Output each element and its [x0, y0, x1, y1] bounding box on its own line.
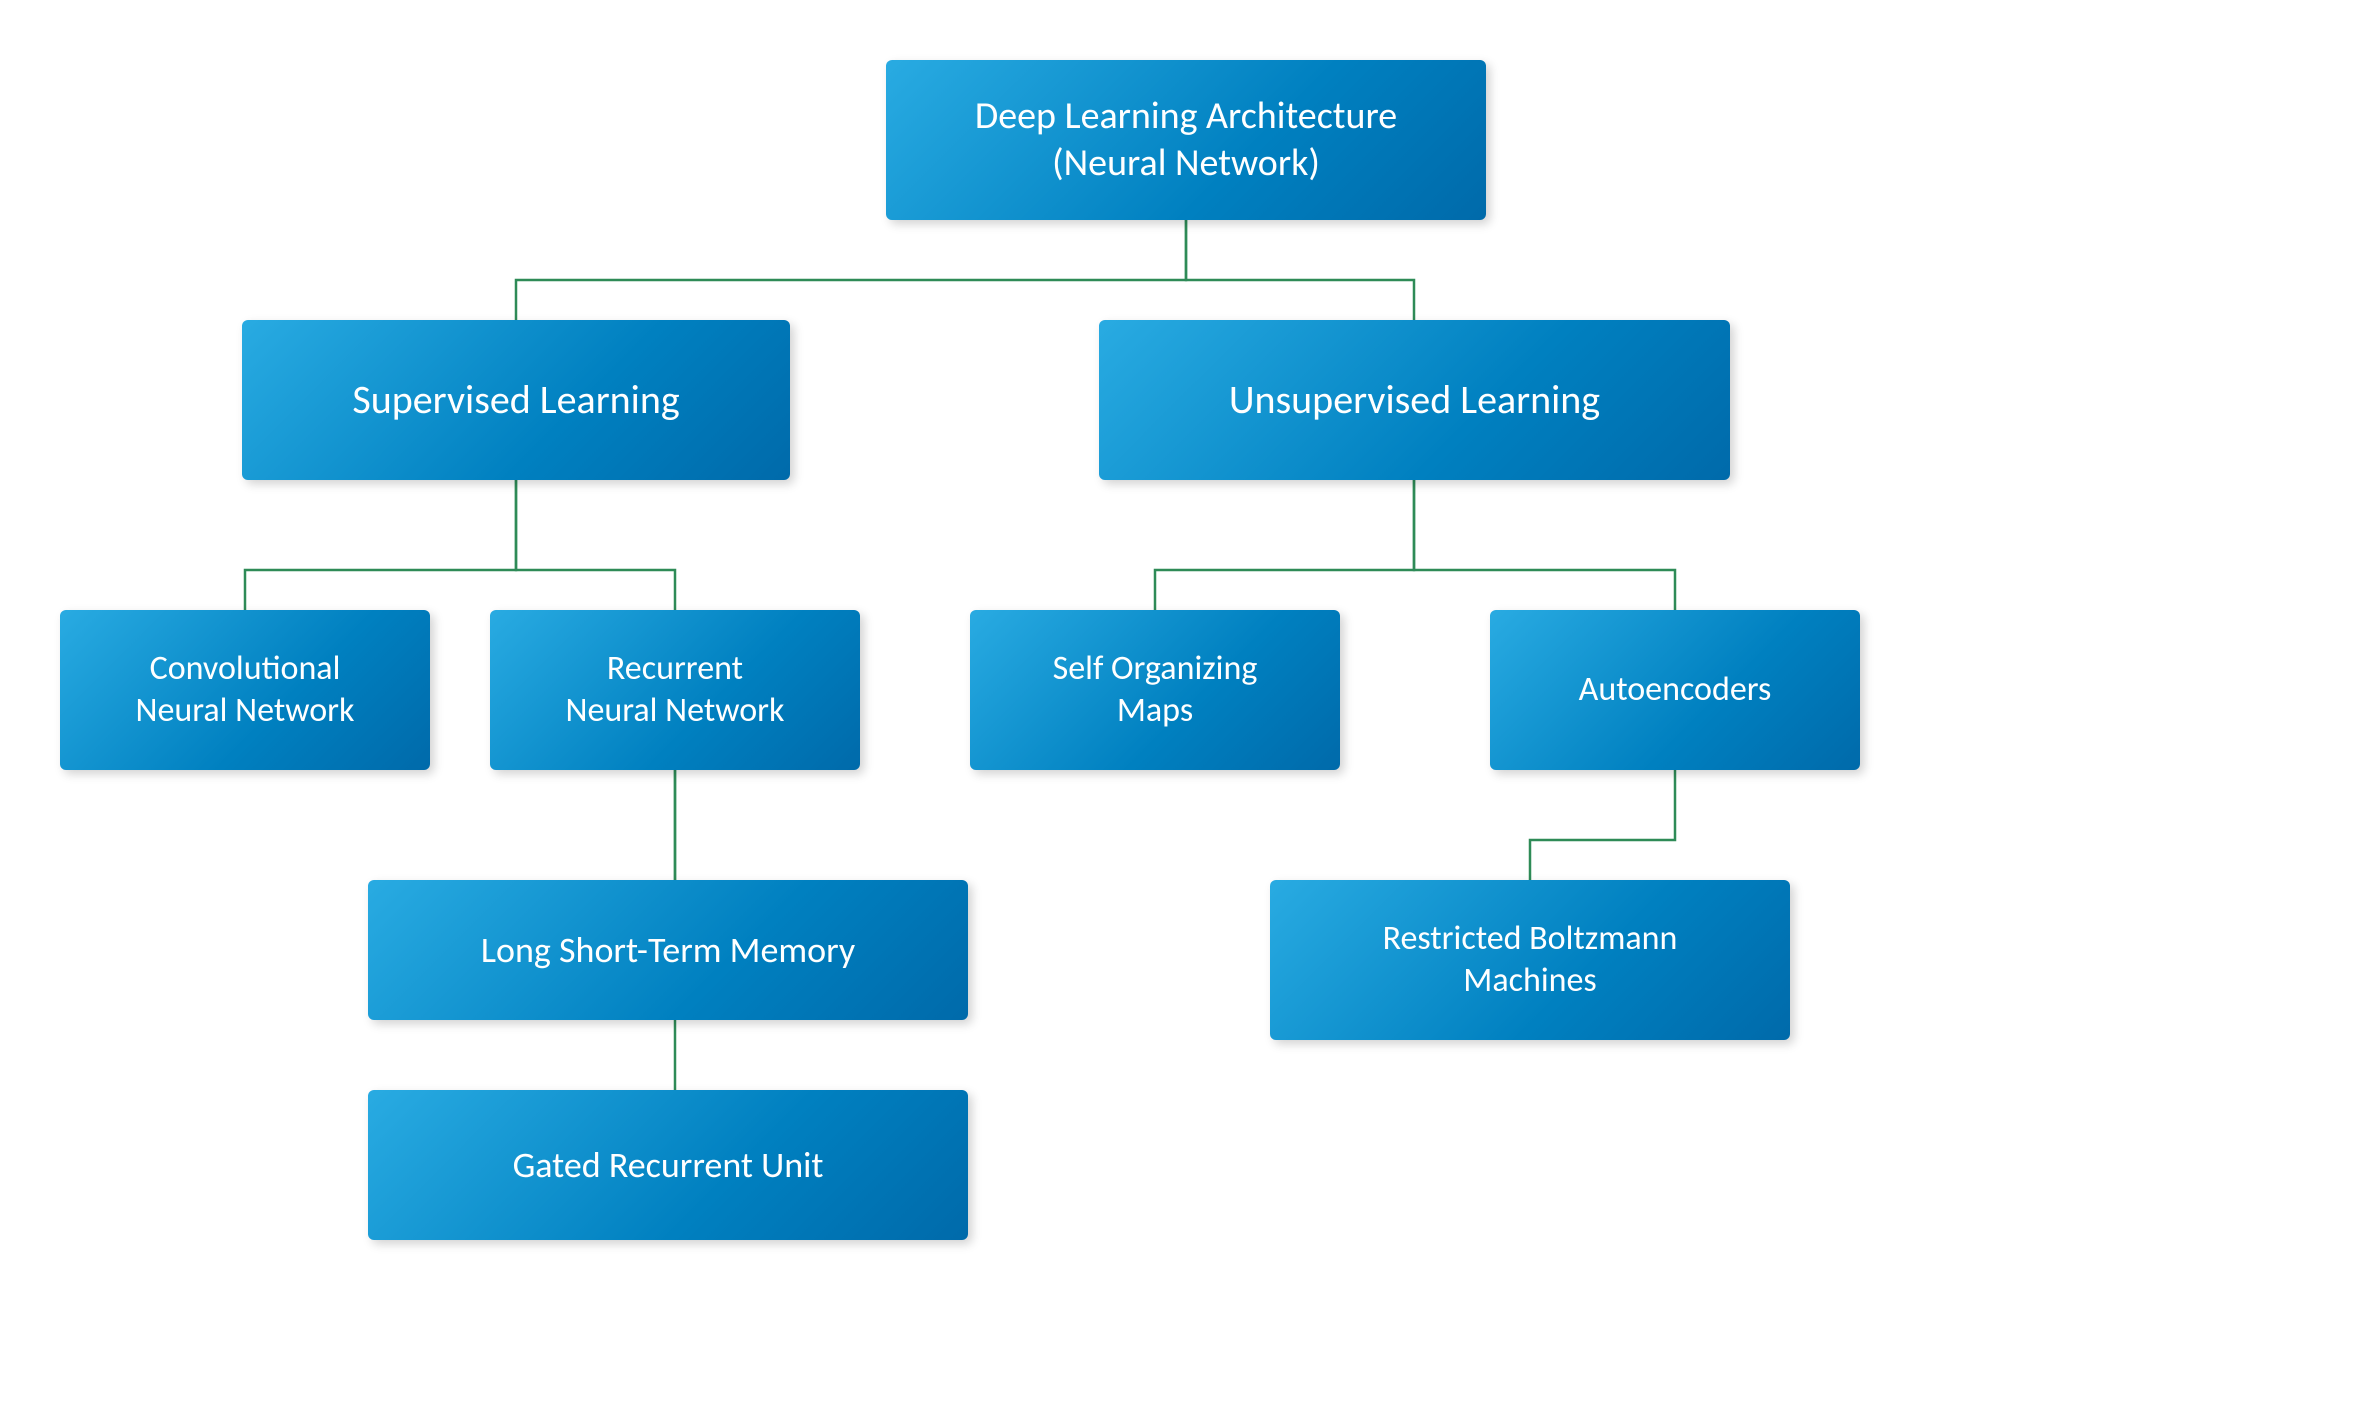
gru-label: Gated Recurrent Unit [513, 1143, 824, 1188]
root-node: Deep Learning Architecture(Neural Networ… [886, 60, 1486, 220]
gru-node: Gated Recurrent Unit [368, 1090, 968, 1240]
lstm-label: Long Short-Term Memory [481, 928, 855, 973]
som-node: Self OrganizingMaps [970, 610, 1340, 770]
cnn-node: ConvolutionalNeural Network [60, 610, 430, 770]
autoencoders-label: Autoencoders [1579, 669, 1772, 712]
cnn-label: ConvolutionalNeural Network [136, 648, 355, 733]
root-label: Deep Learning Architecture(Neural Networ… [975, 93, 1397, 188]
autoencoders-node: Autoencoders [1490, 610, 1860, 770]
lstm-node: Long Short-Term Memory [368, 880, 968, 1020]
rnn-label: RecurrentNeural Network [566, 648, 785, 733]
rbm-label: Restricted BoltzmannMachines [1383, 918, 1678, 1003]
supervised-node: Supervised Learning [242, 320, 790, 480]
rnn-node: RecurrentNeural Network [490, 610, 860, 770]
som-label: Self OrganizingMaps [1053, 648, 1258, 733]
rbm-node: Restricted BoltzmannMachines [1270, 880, 1790, 1040]
unsupervised-node: Unsupervised Learning [1099, 320, 1730, 480]
unsupervised-label: Unsupervised Learning [1229, 375, 1600, 425]
supervised-label: Supervised Learning [352, 375, 679, 425]
diagram-container: Deep Learning Architecture(Neural Networ… [0, 0, 2372, 1406]
